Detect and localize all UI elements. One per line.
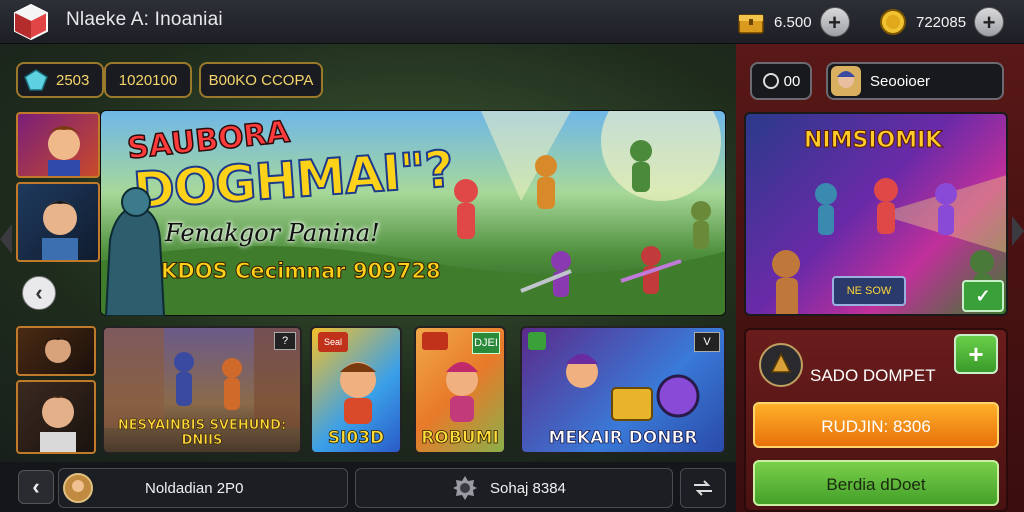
gold-chest-icon — [738, 14, 764, 34]
card-2-tag: Seal — [318, 332, 348, 352]
card-4-tag: V — [694, 332, 720, 352]
user-avatar-icon — [831, 66, 861, 96]
top-bar: Nlaeke A: Inoaniai 6.500 + 722085 + — [0, 0, 1024, 44]
card-3-label: ROBUMI — [421, 428, 499, 449]
card-2-label: SI03D — [327, 428, 385, 449]
hero-subtitle: Fenakgor Panina! — [165, 219, 380, 247]
code-chip[interactable]: B00KO CCOPA — [199, 62, 323, 98]
redeem-button[interactable]: RUDJIN: 8306 — [753, 402, 999, 448]
promo-tag: NE SOW — [832, 276, 906, 306]
gem-icon — [24, 69, 48, 91]
game-card-2[interactable]: Seal SI03D — [310, 326, 402, 454]
gear-badge-icon — [453, 476, 477, 500]
coin-counter: 722085 + — [878, 6, 1005, 38]
hero-thumb-1[interactable] — [16, 112, 100, 178]
card-4-label: MEKAIR DONBR — [548, 428, 698, 449]
card-1-label: NESYAINBIS SVEHUND: DNIIS — [117, 418, 287, 449]
promo-banner[interactable]: NIMSIOMIK NE SOW ✓ — [744, 112, 1008, 316]
game-card-4[interactable]: V MEKAIR DONBR — [520, 326, 726, 454]
gold-counter: 6.500 + — [736, 6, 850, 38]
character-portrait-icon — [42, 201, 78, 260]
friends-count: 00 — [783, 72, 801, 90]
add-coin-button[interactable]: + — [974, 7, 1005, 37]
confirm-button[interactable]: Berdia dDoet — [753, 460, 999, 506]
character-portrait-icon — [46, 126, 82, 176]
guild-box[interactable]: Sohaj 8384 — [355, 468, 673, 508]
avatar-icon — [44, 337, 72, 363]
friends-counter[interactable]: 00 — [750, 62, 812, 100]
friend-thumb-1[interactable] — [16, 326, 96, 376]
game-card-1[interactable]: ? NESYAINBIS SVEHUND: DNIIS — [102, 326, 302, 454]
player-avatar-icon — [63, 473, 93, 503]
score-chip[interactable]: 1020100 — [104, 62, 192, 98]
back-button[interactable]: ‹ — [18, 470, 54, 504]
hero-banner[interactable]: SAUBORA DOGHMAI"? Fenakgor Panina! KDOS … — [100, 110, 726, 316]
coin-value: 722085 — [916, 13, 967, 31]
swap-arrows-icon — [694, 480, 712, 496]
settings-button[interactable] — [680, 468, 726, 508]
wallet-badge-icon — [759, 343, 803, 387]
app-logo-icon[interactable] — [12, 3, 50, 41]
wallet-title: SADO DOMPET — [810, 366, 936, 385]
hero-thumb-2[interactable] — [16, 182, 100, 262]
guild-label: Sohaj 8384 — [490, 479, 566, 497]
score-value: 1020100 — [118, 71, 178, 89]
hero-event-text: KDOS Cecimnar 909728 — [161, 259, 442, 284]
avatar-icon — [40, 396, 76, 452]
code-label: B00KO CCOPA — [208, 71, 314, 89]
app-title: Nlaeke A: Inoaniai — [66, 9, 223, 30]
user-profile-box[interactable]: Seooioer — [826, 62, 1004, 100]
game-launcher-screen: Nlaeke A: Inoaniai 6.500 + 722085 + 2503 — [0, 0, 1024, 512]
hero-prev-button[interactable]: ‹ — [22, 276, 56, 310]
scroll-left-arrow[interactable] — [0, 224, 12, 254]
friend-thumb-2[interactable] — [16, 380, 96, 454]
card-4-badge — [528, 332, 546, 350]
gem-value: 2503 — [56, 71, 90, 89]
promo-check-button[interactable]: ✓ — [962, 280, 1004, 312]
card-3-tag: DJEI — [472, 332, 500, 354]
player-name-label: Noldadian 2P0 — [145, 479, 244, 497]
gem-chip[interactable]: 2503 — [16, 62, 104, 98]
armored-knight-illustration — [104, 187, 166, 316]
game-card-3[interactable]: DJEI ROBUMI — [414, 326, 506, 454]
promo-title: NIMSIOMIK — [803, 128, 943, 154]
add-wallet-button[interactable]: + — [954, 334, 998, 374]
card-1-tag: ? — [274, 332, 296, 350]
player-name-box[interactable]: Noldadian 2P0 — [58, 468, 348, 508]
user-label: Seooioer — [870, 72, 931, 90]
coin-icon — [880, 9, 906, 35]
add-gold-button[interactable]: + — [819, 7, 850, 37]
gold-value: 6.500 — [774, 13, 812, 31]
card-3-badge — [422, 332, 448, 350]
ring-icon — [762, 73, 779, 89]
